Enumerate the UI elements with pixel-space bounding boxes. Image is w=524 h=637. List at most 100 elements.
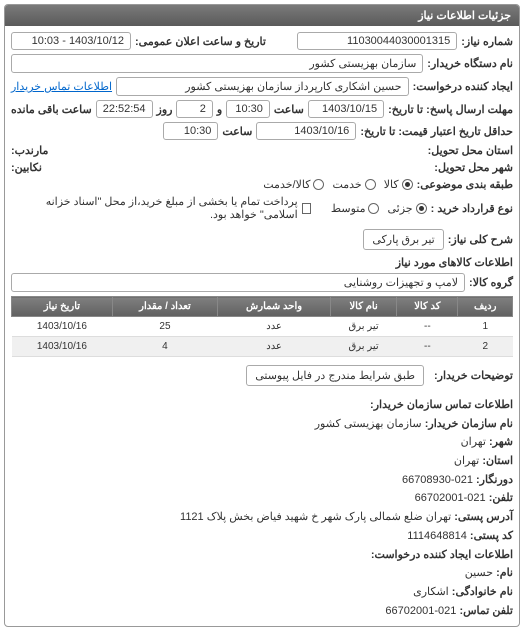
table-header: تاریخ نیاز — [12, 297, 113, 317]
supply-province-label: استان محل تحویل: — [428, 144, 513, 157]
table-row: 1--تیر برقعدد251403/10/16 — [12, 317, 513, 337]
radio-icon — [368, 203, 379, 214]
time-label-1: ساعت — [274, 103, 304, 116]
contact-phone-v: 021-66702001 — [385, 605, 456, 617]
resp-days-value: 2 — [176, 100, 212, 118]
table-cell: عدد — [218, 317, 331, 337]
buyer-notes-label: توضیحات خریدار: — [434, 369, 513, 382]
items-info-title: اطلاعات کالاهای مورد نیاز — [11, 256, 513, 269]
fname-v: حسین — [465, 567, 493, 579]
need-title-label: شرح کلی نیاز: — [448, 233, 513, 246]
postal-code-l: کد پستی: — [470, 530, 513, 542]
resp-remain-value: 22:52:54 — [96, 100, 153, 118]
fname-l: نام: — [496, 567, 513, 579]
phone-v: 021-66702001 — [415, 492, 486, 504]
radio-medium[interactable]: متوسط — [331, 202, 380, 215]
table-cell: -- — [397, 317, 458, 337]
postal-addr-l: آدرس پستی: — [454, 511, 513, 523]
province-v: تهران — [454, 455, 479, 467]
valid-date-value: 1403/10/16 — [256, 122, 356, 140]
buyer-notes-value: طبق شرایط مندرج در فایل پیوستی — [246, 365, 424, 386]
fax-l: دورنگار: — [476, 474, 513, 486]
radio-icon — [416, 203, 427, 214]
table-cell: 25 — [112, 317, 217, 337]
time-label-2: ساعت — [222, 125, 252, 138]
valid-time-value: 10:30 — [163, 122, 218, 140]
radio-medium-label: متوسط — [331, 202, 366, 215]
remaining-label: ساعت باقی مانده — [11, 103, 92, 116]
table-cell: تیر برق — [331, 317, 397, 337]
need-no-label: شماره نیاز: — [461, 35, 513, 48]
radio-goods-label: کالا — [384, 178, 399, 191]
lname-v: اشکاری — [413, 586, 449, 598]
radio-icon — [402, 179, 413, 190]
group-label: گروه کالا: — [469, 276, 513, 289]
postal-code-v: 1114648814 — [407, 530, 467, 542]
purchase-type-label: نوع قرارداد خرید : — [431, 202, 513, 215]
postal-addr-v: تهران ضلع شمالی پارک شهر خ شهید فیاض بخش… — [180, 511, 451, 523]
city-v: تهران — [461, 436, 486, 448]
radio-service[interactable]: خدمت — [332, 178, 375, 191]
contact-phone-l: تلفن تماس: — [459, 605, 513, 617]
requester-label: ایجاد کننده درخواست: — [413, 80, 513, 93]
panel-header: جزئیات اطلاعات نیاز — [5, 5, 519, 26]
fax-v: 021-66708930 — [402, 474, 473, 486]
radio-partial[interactable]: جزئی — [387, 202, 426, 215]
table-cell: عدد — [218, 337, 331, 357]
table-header: واحد شمارش — [218, 297, 331, 317]
table-row: 2--تیر برقعدد41403/10/16 — [12, 337, 513, 357]
treasury-checkbox[interactable] — [302, 203, 312, 214]
buyer-org-value: سازمان بهزیستی کشور — [11, 54, 423, 73]
contact-header: اطلاعات تماس سازمان خریدار: — [11, 396, 513, 415]
lname-l: نام خانوادگی: — [452, 586, 513, 598]
province-l: استان: — [482, 455, 513, 467]
contact-section: اطلاعات تماس سازمان خریدار: نام سازمان خ… — [11, 396, 513, 620]
resp-date-value: 1403/10/15 — [308, 100, 384, 118]
city-l: شهر: — [489, 436, 513, 448]
need-no-value: 11030044030001315 — [297, 32, 457, 50]
requester-header: اطلاعات ایجاد کننده درخواست: — [11, 546, 513, 565]
buyer-org-label: نام دستگاه خریدار: — [427, 57, 513, 70]
table-header: ردیف — [458, 297, 513, 317]
payment-note: پرداخت تمام یا بخشی از مبلغ خرید،از محل … — [11, 195, 298, 221]
table-cell: 1403/10/16 — [12, 337, 113, 357]
table-cell: تیر برق — [331, 337, 397, 357]
table-cell: 2 — [458, 337, 513, 357]
radio-icon — [365, 179, 376, 190]
org-name-l: نام سازمان خریدار: — [425, 418, 513, 430]
radio-icon — [313, 179, 324, 190]
table-header: تعداد / مقدار — [112, 297, 217, 317]
table-header: نام کالا — [331, 297, 397, 317]
marandeb-label: مارندب: — [11, 144, 48, 157]
items-table: ردیفکد کالانام کالاواحد شمارشتعداد / مقد… — [11, 296, 513, 357]
table-cell: 1403/10/16 — [12, 317, 113, 337]
subject-class-label: طبقه بندی موضوعی: — [417, 178, 513, 191]
group-value: لامپ و تجهیزات روشنایی — [11, 273, 465, 292]
validity-label: حداقل تاریخ اعتبار قیمت: تا تاریخ: — [360, 125, 513, 138]
need-title-value: تیر برق پارکی — [363, 229, 443, 250]
requester-value: حسین اشکاری کارپرداز سازمان بهزیستی کشور — [116, 77, 409, 96]
announce-time-value: 1403/10/12 - 10:03 — [11, 32, 131, 50]
buyer-contact-link[interactable]: اطلاعات تماس خریدار — [11, 80, 112, 93]
org-name-v: سازمان بهزیستی کشور — [315, 418, 422, 430]
supply-city-label: شهر محل تحویل: — [434, 161, 513, 174]
radio-goods[interactable]: کالا — [384, 178, 413, 191]
radio-gs-label: کالا/خدمت — [263, 178, 310, 191]
panel-body: شماره نیاز: 11030044030001315 تاریخ و سا… — [5, 26, 519, 626]
table-cell: -- — [397, 337, 458, 357]
radio-goods-service[interactable]: کالا/خدمت — [263, 178, 324, 191]
table-cell: 1 — [458, 317, 513, 337]
and-label: و — [217, 103, 222, 116]
phone-l: تلفن: — [489, 492, 513, 504]
subject-class-radios: کالا خدمت کالا/خدمت — [263, 178, 412, 191]
announce-time-label: تاریخ و ساعت اعلان عمومی: — [135, 35, 266, 48]
table-cell: 4 — [112, 337, 217, 357]
day-label: روز — [157, 103, 173, 116]
radio-partial-label: جزئی — [387, 202, 412, 215]
radio-service-label: خدمت — [332, 178, 361, 191]
purchase-type-radios: جزئی متوسط — [331, 202, 427, 215]
response-deadline-label: مهلت ارسال پاسخ: تا تاریخ: — [388, 103, 513, 116]
details-panel: جزئیات اطلاعات نیاز شماره نیاز: 11030044… — [4, 4, 520, 627]
resp-time-value: 10:30 — [226, 100, 270, 118]
table-header: کد کالا — [397, 297, 458, 317]
